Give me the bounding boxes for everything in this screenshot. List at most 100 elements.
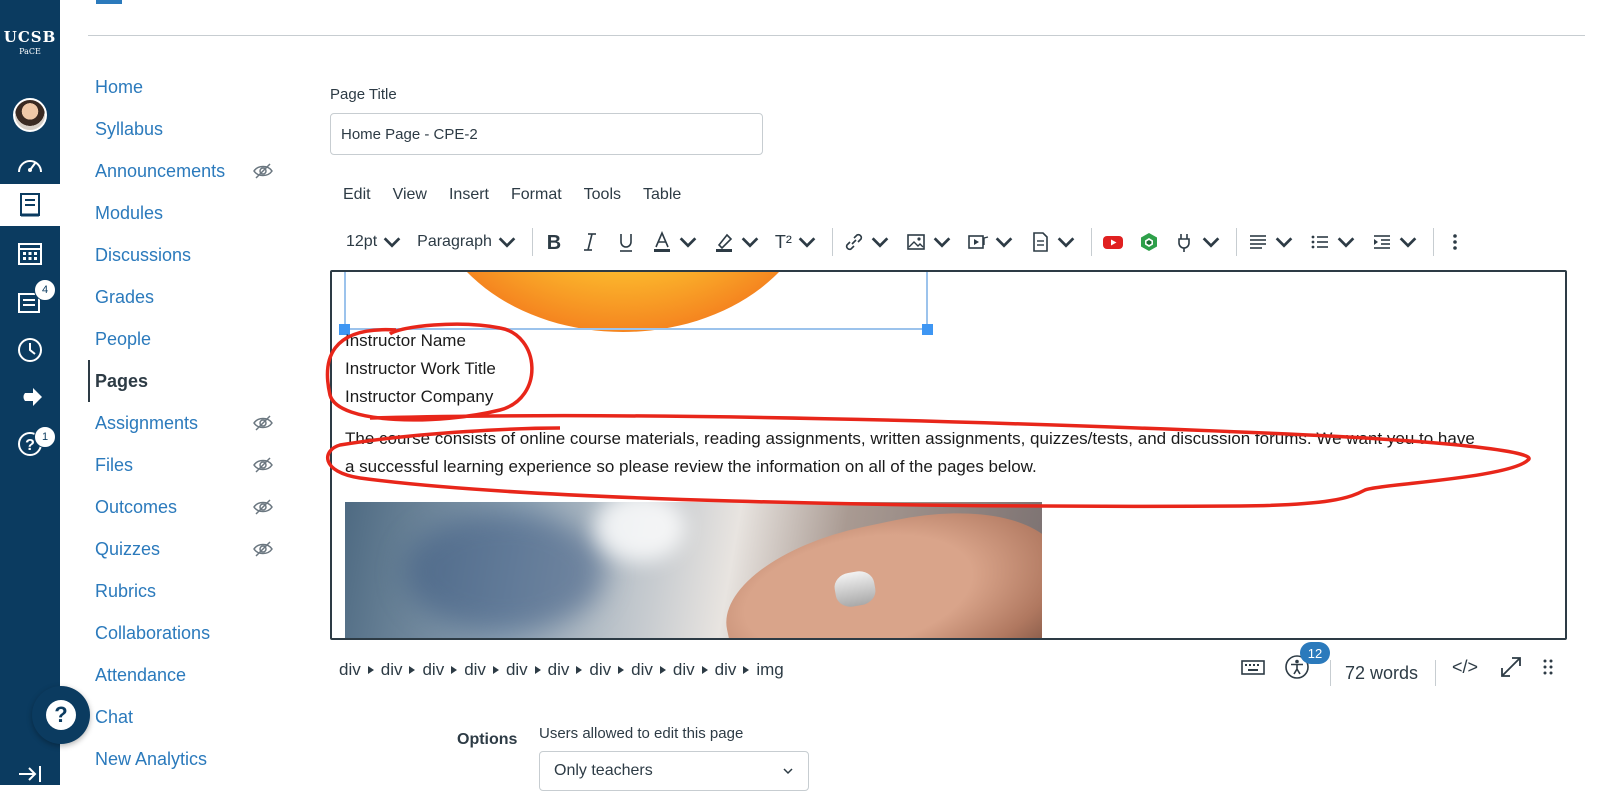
course-nav-item-home[interactable]: Home: [88, 66, 288, 108]
element-path-item[interactable]: div: [422, 660, 444, 680]
bold-button[interactable]: B: [543, 222, 565, 262]
highlight-color-button[interactable]: [713, 222, 761, 262]
hands-photo[interactable]: [345, 502, 1042, 638]
collapse-nav-button[interactable]: [0, 753, 60, 795]
rich-content-editor[interactable]: Instructor Name Instructor Work Title In…: [330, 270, 1567, 640]
element-path-item[interactable]: div: [589, 660, 611, 680]
menu-tools[interactable]: Tools: [584, 186, 621, 204]
chevron-down-icon: [1202, 237, 1220, 248]
youtube-button[interactable]: [1102, 222, 1124, 262]
course-nav-item-discussions[interactable]: Discussions: [88, 234, 288, 276]
course-nav-item-outcomes[interactable]: Outcomes: [88, 486, 288, 528]
course-nav-item-quizzes[interactable]: Quizzes: [88, 528, 288, 570]
image-button[interactable]: [905, 222, 953, 262]
element-path-item[interactable]: div: [548, 660, 570, 680]
course-nav-item-people[interactable]: People: [88, 318, 288, 360]
media-button[interactable]: [967, 222, 1015, 262]
html-editor-toggle[interactable]: </>: [1452, 650, 1478, 684]
indent-button[interactable]: [1371, 222, 1419, 262]
course-nav-item-chat[interactable]: Chat: [88, 696, 288, 738]
element-path-item[interactable]: div: [631, 660, 653, 680]
course-nav-item-grades[interactable]: Grades: [88, 276, 288, 318]
document-button[interactable]: [1029, 222, 1077, 262]
element-path-item[interactable]: div: [464, 660, 486, 680]
word-count[interactable]: 72 words: [1345, 663, 1418, 684]
path-separator-icon: [659, 666, 666, 674]
resize-handle-bottom-right[interactable]: [922, 324, 933, 335]
course-nav-item-announcements[interactable]: Announcements: [88, 150, 288, 192]
align-button[interactable]: [1247, 222, 1295, 262]
options-label: Options: [457, 731, 518, 748]
course-nav-item-pages[interactable]: Pages: [88, 360, 288, 402]
apps-plug-button[interactable]: [1174, 222, 1222, 262]
page-title-input[interactable]: Home Page - CPE-2: [330, 113, 763, 155]
underline-icon: [619, 234, 632, 252]
fullscreen-button[interactable]: [1498, 650, 1524, 684]
course-nav-item-modules[interactable]: Modules: [88, 192, 288, 234]
element-path-item[interactable]: div: [673, 660, 695, 680]
indent-icon: [1373, 235, 1390, 249]
element-path-item[interactable]: div: [506, 660, 528, 680]
menu-format[interactable]: Format: [511, 186, 562, 204]
course-nav-label: Pages: [95, 370, 149, 391]
path-separator-icon: [701, 666, 708, 674]
superscript-button[interactable]: T²: [775, 222, 818, 262]
drag-handle-icon: [1543, 659, 1553, 675]
chevron-down-icon: [1275, 237, 1293, 248]
courses-button[interactable]: [0, 184, 60, 226]
menu-insert[interactable]: Insert: [449, 186, 489, 204]
block-format-dropdown[interactable]: Paragraph: [417, 222, 518, 262]
chevron-down-icon: [1399, 237, 1417, 248]
studio-cube-icon: [1140, 233, 1157, 251]
chevron-down-icon: [383, 237, 401, 248]
accessibility-issues-badge: 12: [1300, 642, 1330, 664]
path-separator-icon: [451, 666, 458, 674]
list-button[interactable]: [1309, 222, 1357, 262]
course-nav-label: Discussions: [95, 244, 192, 265]
inbox-count-badge: 4: [34, 279, 56, 301]
course-nav-item-new-analytics[interactable]: New Analytics: [88, 738, 288, 780]
course-nav-item-collaborations[interactable]: Collaborations: [88, 612, 288, 654]
underline-button[interactable]: [615, 222, 637, 262]
element-path-item[interactable]: div: [339, 660, 361, 680]
element-path-item[interactable]: div: [715, 660, 737, 680]
edit-permission-select[interactable]: Only teachers: [539, 751, 809, 791]
menu-view[interactable]: View: [393, 186, 427, 204]
course-nav-item-attendance[interactable]: Attendance: [88, 654, 288, 696]
course-nav-label: Quizzes: [95, 538, 161, 559]
account-avatar-button[interactable]: [0, 94, 60, 136]
course-nav-label: Grades: [95, 286, 155, 307]
element-path-item[interactable]: img: [756, 660, 783, 680]
commons-button[interactable]: [0, 376, 60, 418]
menu-edit[interactable]: Edit: [343, 186, 371, 204]
course-nav-item-syllabus[interactable]: Syllabus: [88, 108, 288, 150]
breadcrumb-toggle[interactable]: [96, 0, 122, 4]
chevron-down-icon: [783, 768, 793, 775]
floating-help-button[interactable]: ?: [32, 686, 90, 744]
course-nav-item-rubrics[interactable]: Rubrics: [88, 570, 288, 612]
toolbar-divider: [831, 228, 833, 256]
courses-book-icon: [20, 193, 40, 217]
text-color-button[interactable]: [651, 222, 699, 262]
resize-editor-handle[interactable]: [1540, 650, 1556, 684]
keyboard-shortcuts-button[interactable]: [1240, 650, 1266, 684]
course-nav-item-files[interactable]: Files: [88, 444, 288, 486]
more-options-button[interactable]: [1444, 222, 1466, 262]
photo-highlight-shape: [595, 502, 685, 562]
avatar: [13, 98, 47, 132]
dashboard-button[interactable]: [0, 144, 60, 186]
history-button[interactable]: [0, 329, 60, 371]
link-button[interactable]: [843, 222, 891, 262]
page-title-label: Page Title: [330, 86, 397, 103]
course-nav-label: Files: [95, 454, 134, 475]
studio-button[interactable]: [1138, 222, 1160, 262]
ucsb-pace-logo[interactable]: UCSB PaCE: [0, 28, 60, 56]
course-intro-paragraph-line1: The course consists of online course mat…: [345, 429, 1475, 448]
element-path-item[interactable]: div: [381, 660, 403, 680]
course-nav-item-assignments[interactable]: Assignments: [88, 402, 288, 444]
italic-button[interactable]: [579, 222, 601, 262]
help-count-badge: 1: [34, 426, 56, 448]
font-size-dropdown[interactable]: 12pt: [346, 222, 403, 262]
menu-table[interactable]: Table: [643, 186, 681, 204]
calendar-button[interactable]: [0, 232, 60, 274]
